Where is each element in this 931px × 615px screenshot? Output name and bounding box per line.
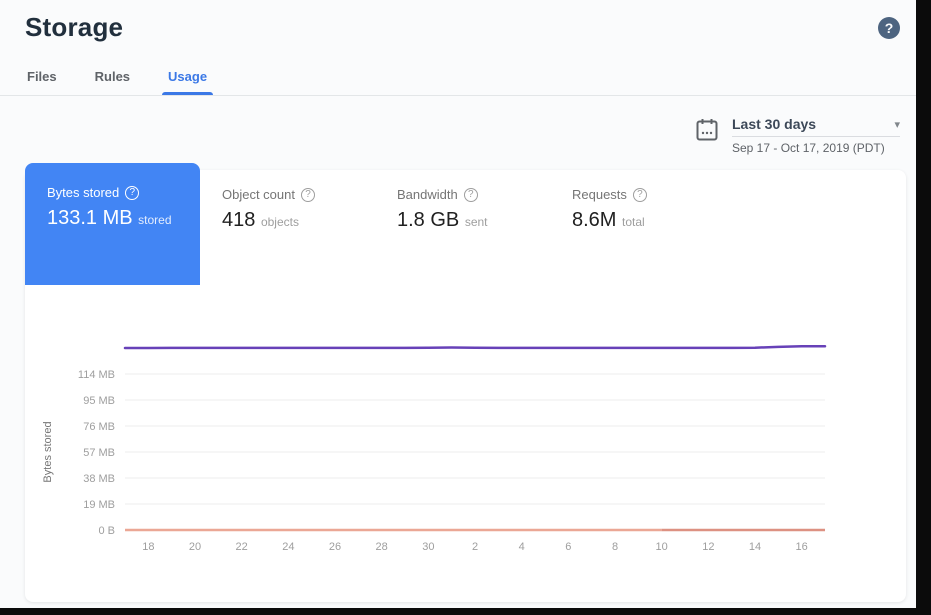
svg-text:12: 12 [702, 541, 714, 553]
metric-unit: sent [465, 215, 488, 229]
svg-text:16: 16 [796, 541, 808, 553]
metric-unit: objects [261, 215, 299, 229]
svg-text:20: 20 [189, 541, 201, 553]
chevron-down-icon: ▾ [894, 118, 900, 131]
metric-bytes-stored[interactable]: Bytes stored ? 133.1 MB stored [25, 163, 200, 285]
tab-rules[interactable]: Rules [93, 61, 132, 95]
metric-unit: total [622, 215, 645, 229]
svg-text:19 MB: 19 MB [83, 499, 115, 511]
svg-text:95 MB: 95 MB [83, 395, 115, 407]
svg-text:38 MB: 38 MB [83, 473, 115, 485]
metric-requests[interactable]: Requests ? 8.6M total [550, 170, 725, 232]
metric-value: 418 [222, 209, 255, 231]
calendar-icon[interactable] [696, 118, 718, 142]
svg-text:22: 22 [236, 541, 248, 553]
metric-value: 8.6M [572, 209, 616, 231]
metric-value: 133.1 MB [47, 207, 133, 229]
svg-text:28: 28 [376, 541, 388, 553]
tab-files[interactable]: Files [25, 61, 59, 95]
help-icon: ? [301, 188, 315, 202]
metric-label: Bandwidth [397, 187, 458, 202]
metric-value-row: 8.6M total [572, 209, 705, 232]
svg-text:14: 14 [749, 541, 761, 553]
svg-text:24: 24 [282, 541, 294, 553]
metric-value-row: 418 objects [222, 209, 355, 232]
tab-bar: Files Rules Usage [0, 61, 916, 96]
metric-bandwidth[interactable]: Bandwidth ? 1.8 GB sent [375, 170, 550, 232]
svg-text:0 B: 0 B [98, 525, 115, 537]
date-range-detail: Sep 17 - Oct 17, 2019 (PDT) [732, 137, 900, 155]
svg-text:26: 26 [329, 541, 341, 553]
svg-text:10: 10 [656, 541, 668, 553]
metric-value-row: 133.1 MB stored [47, 207, 180, 230]
svg-text:8: 8 [612, 541, 618, 553]
metric-label: Object count [222, 187, 295, 202]
svg-text:4: 4 [519, 541, 525, 553]
metrics-row: Bytes stored ? 133.1 MB stored Object co… [25, 170, 906, 285]
svg-text:30: 30 [422, 541, 434, 553]
page-header: Storage ? [0, 0, 916, 43]
help-icon: ? [633, 188, 647, 202]
storage-page: Storage ? Files Rules Usage [0, 0, 916, 608]
svg-text:57 MB: 57 MB [83, 447, 115, 459]
page-title: Storage [25, 12, 123, 43]
date-range-label: Last 30 days [732, 116, 816, 132]
svg-text:114 MB: 114 MB [78, 369, 115, 381]
svg-text:6: 6 [565, 541, 571, 553]
metric-label: Bytes stored [47, 185, 119, 200]
chart-area: 0 B19 MB38 MB57 MB76 MB95 MB114 MB182022… [35, 340, 906, 577]
metric-label: Requests [572, 187, 627, 202]
metric-label-row: Object count ? [222, 187, 355, 202]
help-button[interactable]: ? [878, 17, 900, 39]
metric-label-row: Requests ? [572, 187, 705, 202]
question-icon: ? [885, 20, 894, 36]
metric-unit: stored [138, 213, 171, 227]
calendar-icon-glyph [696, 118, 718, 142]
metric-value-row: 1.8 GB sent [397, 209, 530, 232]
date-range-row: Last 30 days ▾ Sep 17 - Oct 17, 2019 (PD… [0, 96, 916, 155]
tab-usage[interactable]: Usage [166, 61, 209, 95]
help-icon: ? [125, 186, 139, 200]
metric-value: 1.8 GB [397, 209, 459, 231]
svg-text:18: 18 [142, 541, 154, 553]
metric-label-row: Bytes stored ? [47, 185, 180, 200]
svg-text:Bytes stored: Bytes stored [42, 421, 54, 482]
metric-label-row: Bandwidth ? [397, 187, 530, 202]
date-range-top: Last 30 days ▾ [732, 116, 900, 137]
date-range-select[interactable]: Last 30 days ▾ Sep 17 - Oct 17, 2019 (PD… [732, 116, 900, 155]
usage-card: Bytes stored ? 133.1 MB stored Object co… [25, 170, 906, 602]
svg-text:2: 2 [472, 541, 478, 553]
window-frame: Storage ? Files Rules Usage [0, 0, 931, 615]
svg-text:76 MB: 76 MB [83, 421, 115, 433]
help-icon: ? [464, 188, 478, 202]
usage-chart: 0 B19 MB38 MB57 MB76 MB95 MB114 MB182022… [35, 340, 865, 572]
metric-object-count[interactable]: Object count ? 418 objects [200, 170, 375, 232]
